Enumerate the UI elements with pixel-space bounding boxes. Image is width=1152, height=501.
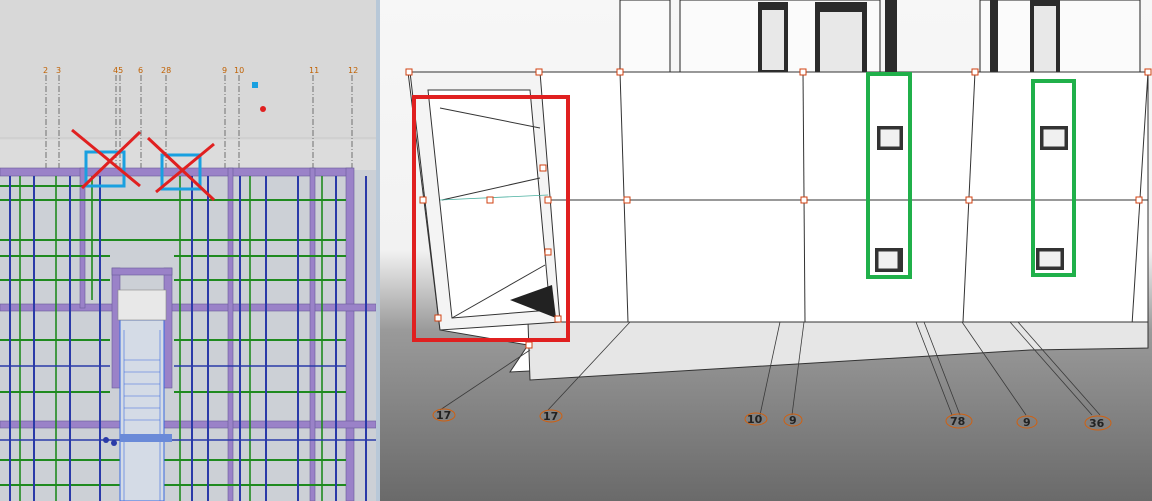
window-opening[interactable] — [1040, 126, 1068, 150]
3d-grid-labels: 17 17 10 9 78 9 36 — [432, 408, 1112, 431]
grid-label: 10 — [234, 66, 244, 75]
grid-label: 9 — [789, 414, 797, 427]
window-opening[interactable] — [1036, 248, 1064, 270]
grid-label: 78 — [950, 415, 965, 428]
grid-label: 17 — [436, 409, 451, 422]
grid-label: 11 — [309, 66, 319, 75]
grid-label: 36 — [1089, 417, 1105, 430]
3d-viewport[interactable]: 17 17 10 9 78 9 36 — [380, 0, 1152, 501]
floor-plan-viewport[interactable]: 2 3 45 6 28 9 10 11 12 — [0, 0, 376, 501]
wall-opening[interactable] — [409, 71, 561, 331]
grid-label: 3 — [56, 66, 61, 75]
grid-label: 12 — [348, 66, 358, 75]
grid-label: 9 — [1023, 416, 1031, 429]
window-opening[interactable] — [875, 248, 903, 272]
grid-label: 2 — [43, 66, 48, 75]
3d-view-canvas[interactable]: 17 17 10 9 78 9 36 — [380, 0, 1152, 501]
grid-label: 45 — [113, 66, 123, 75]
point-marker[interactable] — [260, 106, 266, 112]
selection-marker[interactable] — [252, 82, 258, 88]
grid-label: 9 — [222, 66, 227, 75]
grid-label: 6 — [138, 66, 143, 75]
window-opening[interactable] — [877, 126, 903, 150]
floor-plan-canvas[interactable]: 2 3 45 6 28 9 10 11 12 — [0, 0, 376, 501]
grid-label: 10 — [747, 413, 763, 426]
grid-label: 17 — [543, 410, 558, 423]
grid-label: 28 — [161, 66, 171, 75]
